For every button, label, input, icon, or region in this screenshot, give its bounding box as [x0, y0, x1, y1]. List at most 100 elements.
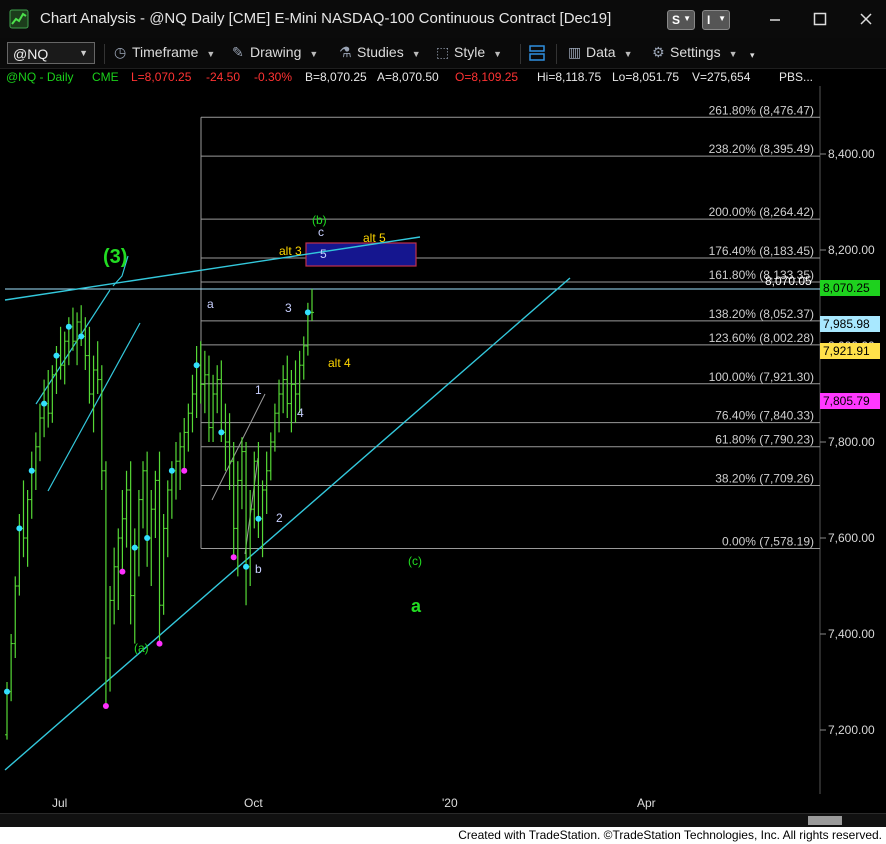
fib-level-label: 61.80% (7,790.23) [715, 433, 814, 447]
time-axis-label: Apr [637, 796, 656, 810]
settings-label: Settings [670, 44, 721, 60]
resistance-trendline [4, 236, 421, 301]
price-tag-text: 7,805.79 [823, 394, 870, 408]
indicator-dot [243, 563, 250, 570]
chevron-down-icon: ▼ [206, 49, 216, 59]
data-menu[interactable]: ▥ Data ▼ [568, 44, 633, 64]
indicator-dot [28, 467, 35, 474]
quote-more: PBS... [779, 70, 814, 84]
wave-label: 1 [255, 383, 262, 397]
chevron-down-icon: ▼ [728, 49, 738, 59]
pencil-icon: ✎ [232, 44, 244, 60]
indicator-dot [304, 309, 311, 316]
style-icon: ⬚ [436, 44, 450, 60]
fib-level-label: 261.80% (8,476.47) [709, 103, 814, 117]
studies-menu[interactable]: ⚗ Studies ▼ [339, 44, 421, 64]
wave-label: b [255, 562, 262, 576]
close-icon[interactable] [856, 9, 876, 29]
wave-label: alt 3 [279, 244, 302, 258]
layout-button[interactable] [528, 44, 546, 64]
quote-low: Lo=8,051.75 [612, 70, 680, 84]
quote-line: @NQ - Daily CME L=8,070.25 -24.50 -0.30%… [0, 69, 886, 86]
wave-label: 2 [276, 511, 283, 525]
quote-ask: A=8,070.50 [377, 70, 439, 84]
quote-pct: -0.30% [254, 70, 293, 84]
style-menu[interactable]: ⬚ Style ▼ [436, 44, 502, 64]
toolbar-divider [104, 44, 105, 64]
indicator-dot [119, 568, 126, 575]
quote-change: -24.50 [206, 70, 241, 84]
drawing-menu[interactable]: ✎ Drawing ▼ [232, 44, 318, 64]
quote-last: L=8,070.25 [131, 70, 192, 84]
i-button[interactable]: I ▼ [702, 10, 730, 30]
price-axis-label: 7,200.00 [828, 723, 875, 737]
fib-level-label: 238.20% (8,395.49) [709, 142, 814, 156]
flask-icon: ⚗ [339, 44, 352, 60]
chevron-down-icon: ▼ [309, 49, 319, 59]
s-button-label: S [672, 13, 681, 27]
fib-anchor-line [244, 457, 259, 555]
indicator-dot [156, 640, 163, 647]
time-axis: Jul Oct '20 Apr [0, 794, 820, 814]
symbol-input[interactable]: @NQ ▼ [7, 42, 95, 64]
i-button-label: I [707, 13, 711, 27]
indicator-dot [131, 544, 138, 551]
indicator-dot [144, 535, 151, 541]
gear-icon: ⚙ [652, 44, 665, 60]
scrollbar-thumb[interactable] [808, 816, 842, 825]
timeframe-menu[interactable]: ◷ Timeframe ▼ [114, 44, 215, 64]
toolbar-overflow[interactable]: ▾ [750, 50, 755, 70]
style-label: Style [454, 44, 486, 60]
settings-menu[interactable]: ⚙ Settings ▼ [652, 44, 738, 64]
price-bars [5, 288, 314, 740]
toolbar-divider [556, 44, 557, 64]
indicator-dot [181, 467, 188, 474]
fib-level-label: 76.40% (7,840.33) [715, 409, 814, 423]
symbol-value: @NQ [13, 46, 49, 62]
chevron-down-icon: ▼ [718, 14, 726, 23]
quote-bid: B=8,070.25 [305, 70, 367, 84]
indicator-dot [4, 688, 10, 695]
studies-label: Studies [357, 44, 404, 60]
fib-level-label: 200.00% (8,264.42) [709, 205, 814, 219]
indicator-dot [193, 362, 200, 369]
fib-level-label: 123.60% (8,002.28) [709, 331, 814, 345]
fib-level-label: 176.40% (8,183.45) [709, 244, 814, 258]
price-chart[interactable]: 261.80% (8,476.47) 238.20% (8,395.49) 200.… [0, 86, 886, 794]
maximize-icon[interactable] [810, 9, 830, 29]
indicator-dot [16, 525, 23, 532]
chevron-down-icon: ▼ [79, 48, 88, 58]
time-axis-label: Jul [52, 796, 68, 810]
indicator-dot [230, 554, 237, 561]
price-axis: 8,400.008,200.008,000.007,800.007,600.00… [820, 147, 875, 737]
price-tag-text: 7,985.98 [823, 317, 870, 331]
horizontal-scrollbar[interactable] [0, 813, 886, 828]
toolbar-divider [520, 44, 521, 64]
layout-icon [529, 45, 545, 61]
price-axis-label: 7,400.00 [828, 627, 875, 641]
clock-icon: ◷ [114, 44, 127, 60]
wave-label: c [318, 225, 324, 239]
quote-volume: V=275,654 [692, 70, 751, 84]
indicator-dot [255, 515, 262, 522]
fibonacci-levels: 261.80% (8,476.47) 238.20% (8,395.49) 200.… [200, 103, 820, 549]
price-axis-label: 8,400.00 [828, 147, 875, 161]
price-tag-text: 7,921.91 [823, 344, 870, 358]
time-axis-label: '20 [442, 796, 458, 810]
chevron-down-icon: ▼ [411, 49, 421, 59]
fib-level-label: 0.00% (7,578.19) [722, 534, 814, 548]
wave-label: alt 5 [363, 231, 386, 245]
trend-lines [4, 236, 571, 771]
minimize-icon[interactable] [765, 9, 785, 29]
chevron-down-icon: ▼ [623, 49, 633, 59]
fib-level-label: 38.20% (7,709.26) [715, 472, 814, 486]
indicator-dot [102, 703, 109, 709]
indicator-dots [4, 309, 311, 709]
wave-label: a [207, 297, 214, 311]
wave-label: a [411, 596, 422, 616]
wave-label: alt 4 [328, 356, 351, 370]
s-button[interactable]: S ▼ [667, 10, 695, 30]
quote-exchange: CME [92, 70, 119, 84]
copyright-text: Created with TradeStation. ©TradeStation… [458, 828, 882, 842]
price-axis-label: 7,600.00 [828, 531, 875, 545]
